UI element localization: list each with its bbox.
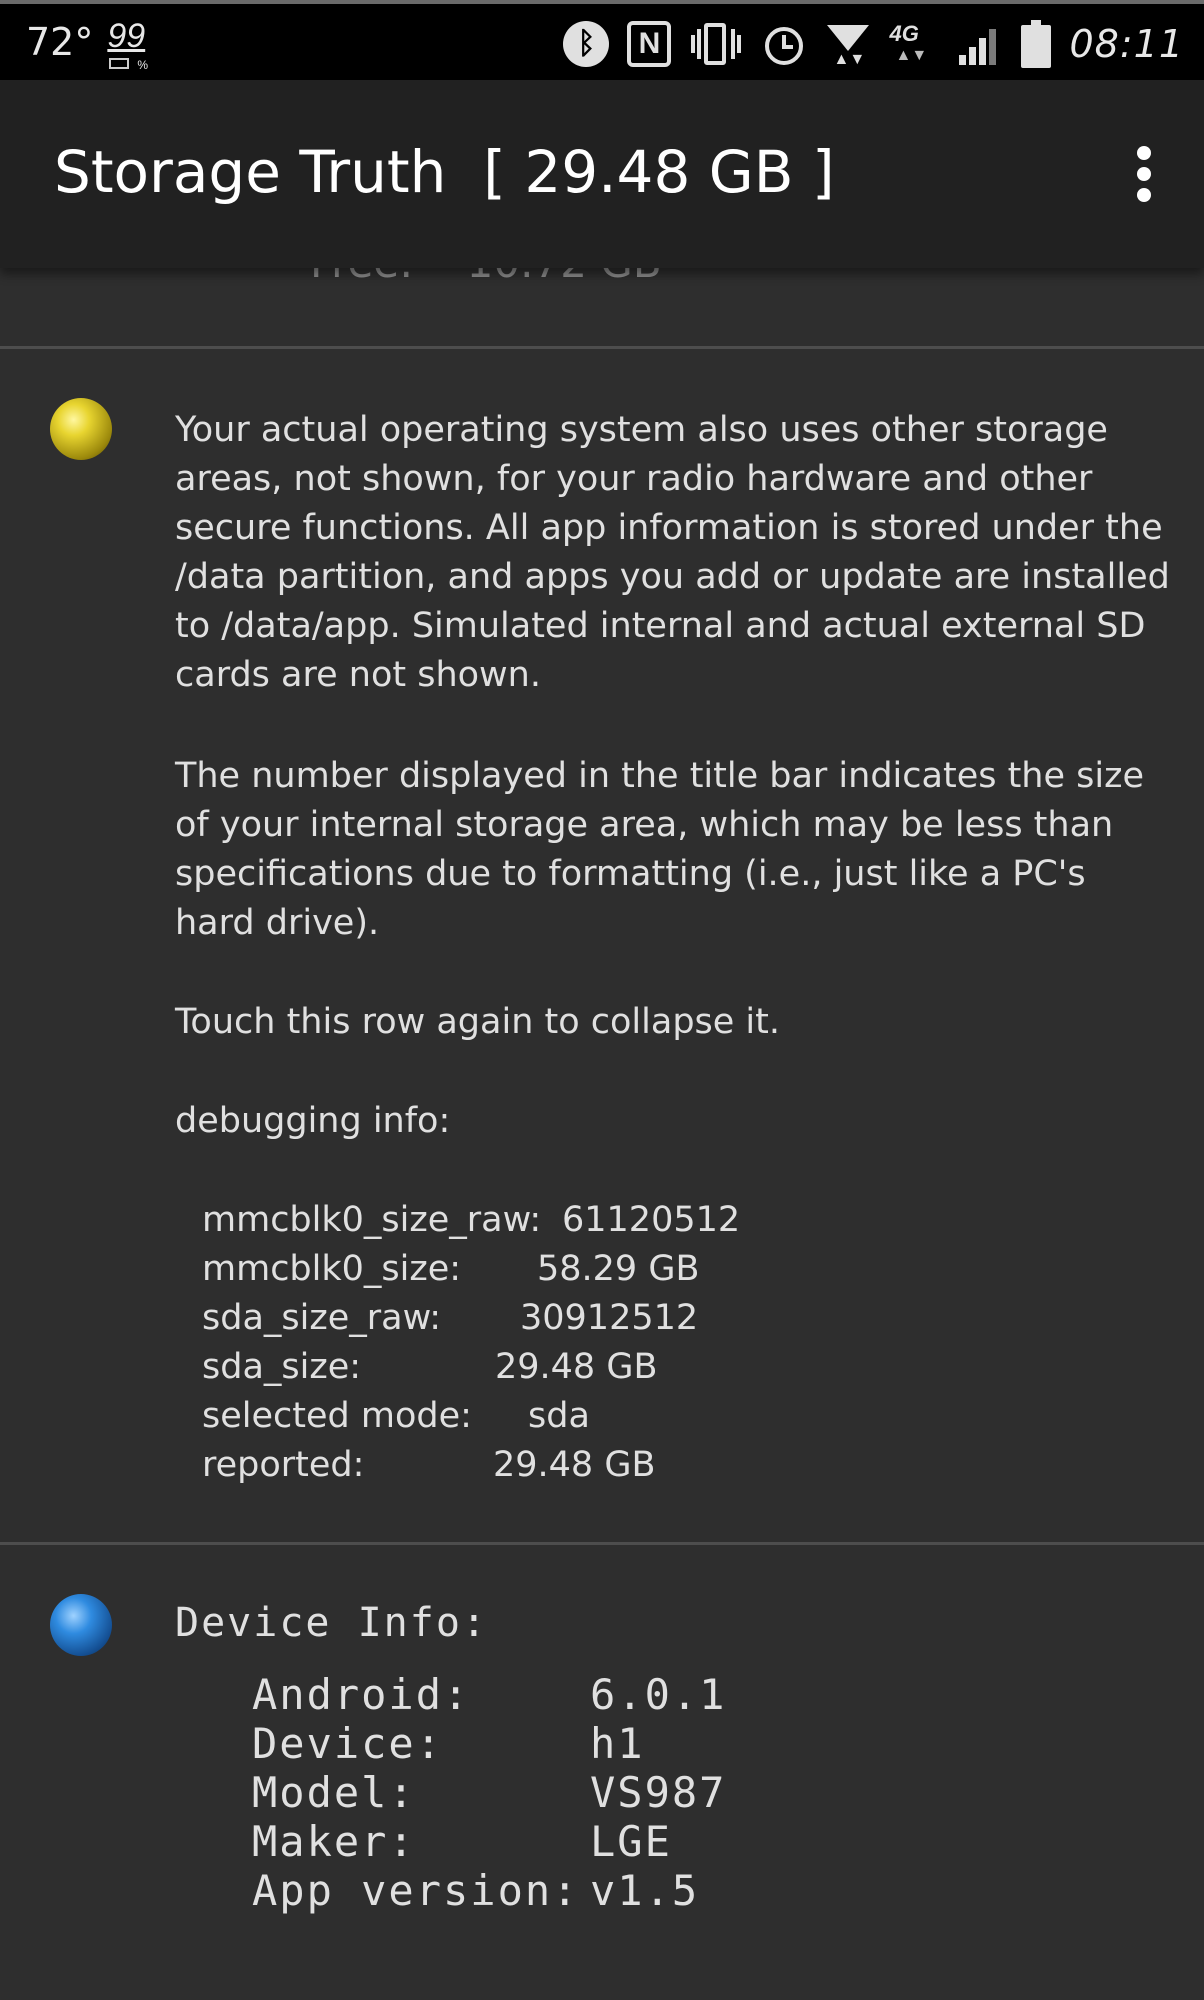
debug-row: mmcblk0_size: 58.29 GB xyxy=(202,1249,700,1289)
overflow-menu-icon[interactable] xyxy=(1124,142,1164,206)
device-info-item: Model: VS987 xyxy=(252,1768,727,1817)
vibrate-icon xyxy=(689,21,743,67)
wifi-icon: ▲▼ xyxy=(825,21,871,68)
debug-row: mmcblk0_size_raw: 61120512 xyxy=(202,1200,741,1240)
debug-row: selected mode: sda xyxy=(202,1396,590,1436)
bluetooth-icon: ᛒ xyxy=(563,21,610,67)
nfc-icon: N xyxy=(627,21,672,67)
debug-row: reported: 29.48 GB xyxy=(202,1445,656,1485)
signal-icon xyxy=(957,21,1003,67)
alarm-icon xyxy=(761,21,807,67)
row-divider xyxy=(0,346,1204,349)
device-info-item: Device: h1 xyxy=(252,1719,645,1768)
status-bar: 72° 99 % ᛒ N ▲▼ 4G ▲▼ 08:11 xyxy=(0,0,1204,80)
debug-row: sda_size: 29.48 GB xyxy=(202,1347,658,1387)
lte-icon: 4G ▲▼ xyxy=(889,21,928,64)
app-bar: Storage Truth [ 29.48 GB ] xyxy=(0,80,1204,268)
mini-battery-icon xyxy=(109,58,130,69)
os-description-text: Your actual operating system also uses o… xyxy=(175,410,1170,695)
status-left: 72° 99 % xyxy=(26,18,155,74)
temperature-text: 72° xyxy=(26,20,94,64)
title-bar-size-text: The number displayed in the title bar in… xyxy=(175,756,1145,943)
debug-title: debugging info: xyxy=(175,1101,451,1141)
clock-text: 08:11 xyxy=(1069,22,1184,66)
device-info-item: Maker: LGE xyxy=(252,1817,672,1866)
debug-info-list: mmcblk0_size_raw: 61120512 mmcblk0_size: 5… xyxy=(202,1196,740,1490)
device-info-list: Android: 6.0.1 Device: h1 Model: VS987 Make… xyxy=(252,1670,726,1915)
blue-bullet-icon xyxy=(50,1594,112,1656)
battery-percent-text: 99 xyxy=(107,17,146,55)
device-info-item: App version: v1.5 xyxy=(252,1866,700,1915)
debug-row: sda_size_raw: 30912512 xyxy=(202,1298,699,1338)
network-type-text: 4G xyxy=(889,21,919,46)
battery-percent-indicator: 99 % xyxy=(107,18,155,74)
collapse-hint-text: Touch this row again to collapse it. xyxy=(175,1002,780,1042)
row-divider xyxy=(0,1542,1204,1545)
battery-icon xyxy=(1021,20,1052,68)
device-info-title: Device Info: xyxy=(175,1600,488,1646)
status-right: ᛒ N ▲▼ 4G ▲▼ 08:11 xyxy=(563,14,1184,74)
app-title: Storage Truth [ 29.48 GB ] xyxy=(54,138,835,206)
percent-sign: % xyxy=(137,58,149,72)
yellow-bullet-icon xyxy=(50,398,112,460)
device-info-item: Android: 6.0.1 xyxy=(252,1670,727,1719)
